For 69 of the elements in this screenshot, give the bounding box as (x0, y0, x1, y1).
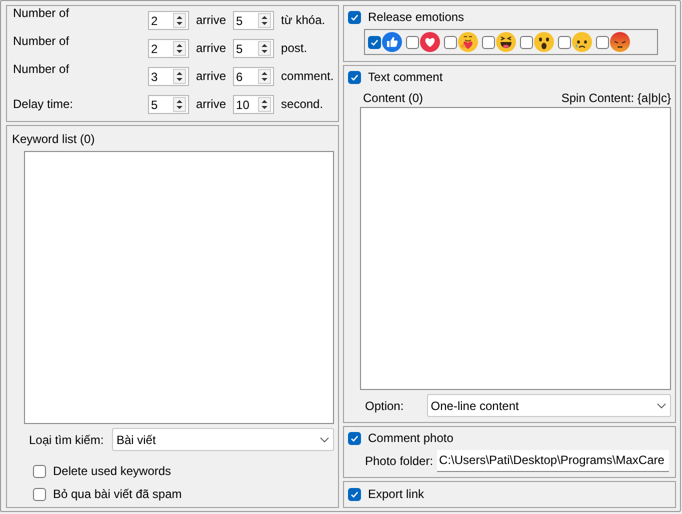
search-type-label: Loại tìm kiếm: (29, 432, 105, 446)
min-spinbox[interactable]: 5 (148, 95, 189, 114)
spin-arrows-icon (258, 13, 272, 28)
checkbox[interactable] (348, 10, 361, 24)
reaction-checkbox[interactable] (482, 36, 495, 48)
unit-label: post. (281, 41, 308, 55)
checkbox[interactable] (348, 432, 361, 444)
caret-icon (320, 436, 329, 442)
content-label: Content (0) (363, 91, 424, 105)
checkbox-label: Bỏ qua bài viết đã spam (53, 487, 182, 501)
checkmark-icon (350, 72, 359, 82)
spin-arrows-icon (173, 97, 186, 112)
min-spinbox[interactable]: 3 (148, 67, 189, 86)
spin-arrows-icon (173, 69, 186, 84)
count-label: Number of (13, 34, 70, 48)
photo-folder-field[interactable]: C:\Users\Pati\Desktop\Programs\MaxCare (437, 450, 670, 472)
keyword-list-title: Keyword list (0) (12, 132, 96, 146)
reaction-checkbox[interactable] (520, 36, 533, 48)
min-spinbox[interactable]: 2 (148, 11, 189, 30)
search-type-dropdown[interactable]: Bài viết (112, 428, 334, 451)
surprised-face-icon (534, 32, 554, 52)
checkmark-icon (350, 12, 359, 22)
max-spinbox[interactable]: 5 (233, 39, 274, 58)
photo-folder-label: Photo folder: (365, 454, 434, 468)
count-label: Delay time: (13, 97, 74, 111)
option-dropdown[interactable]: One-line content (426, 394, 671, 417)
checkmark-icon (350, 434, 359, 442)
unit-label: từ khóa. (281, 13, 326, 27)
checkbox-label: Export link (368, 487, 424, 501)
count-label: Number of (13, 62, 70, 76)
spin-arrows-icon (258, 69, 272, 84)
checkbox-label: Comment photo (368, 431, 454, 445)
reaction-checkbox[interactable] (558, 36, 571, 48)
checkbox-label: Text comment (368, 70, 443, 84)
reaction-checkbox[interactable] (596, 36, 609, 48)
checkbox[interactable] (348, 70, 361, 84)
checkmark-icon (350, 490, 359, 498)
range-label: arrive (196, 97, 226, 111)
reaction-checkbox[interactable] (406, 36, 419, 48)
checkbox[interactable] (33, 464, 46, 478)
unit-label: comment. (281, 69, 334, 83)
checkbox[interactable] (33, 488, 46, 500)
max-spinbox[interactable]: 10 (233, 95, 274, 114)
hugging-face-icon (458, 32, 478, 52)
min-spinbox[interactable]: 2 (148, 39, 189, 58)
spin-arrows-icon (173, 13, 186, 28)
range-label: arrive (196, 41, 226, 55)
checkbox-label: Release emotions (368, 10, 464, 24)
max-spinbox[interactable]: 6 (233, 67, 274, 86)
laughing-face-icon (496, 32, 516, 52)
checkbox-label: Delete used keywords (53, 464, 172, 478)
spin-hint: Spin Content: {a|b|c} (561, 91, 671, 105)
spin-arrows-icon (258, 97, 272, 112)
unit-label: second. (281, 97, 324, 111)
count-label: Number of (13, 6, 70, 20)
reaction-checkbox[interactable] (444, 36, 457, 48)
angry-face-icon (610, 32, 630, 52)
reaction-checkbox[interactable] (368, 36, 381, 48)
checkbox[interactable] (348, 488, 361, 500)
option-label: Option: (365, 398, 405, 412)
max-spinbox[interactable]: 5 (233, 11, 274, 30)
sad-face-icon (572, 32, 592, 52)
checkmark-icon (370, 38, 379, 46)
thumbs-up-icon (382, 32, 402, 52)
range-label: arrive (196, 13, 226, 27)
spin-arrows-icon (258, 41, 272, 56)
spin-arrows-icon (173, 41, 186, 56)
range-label: arrive (196, 69, 226, 83)
caret-icon (657, 402, 666, 408)
